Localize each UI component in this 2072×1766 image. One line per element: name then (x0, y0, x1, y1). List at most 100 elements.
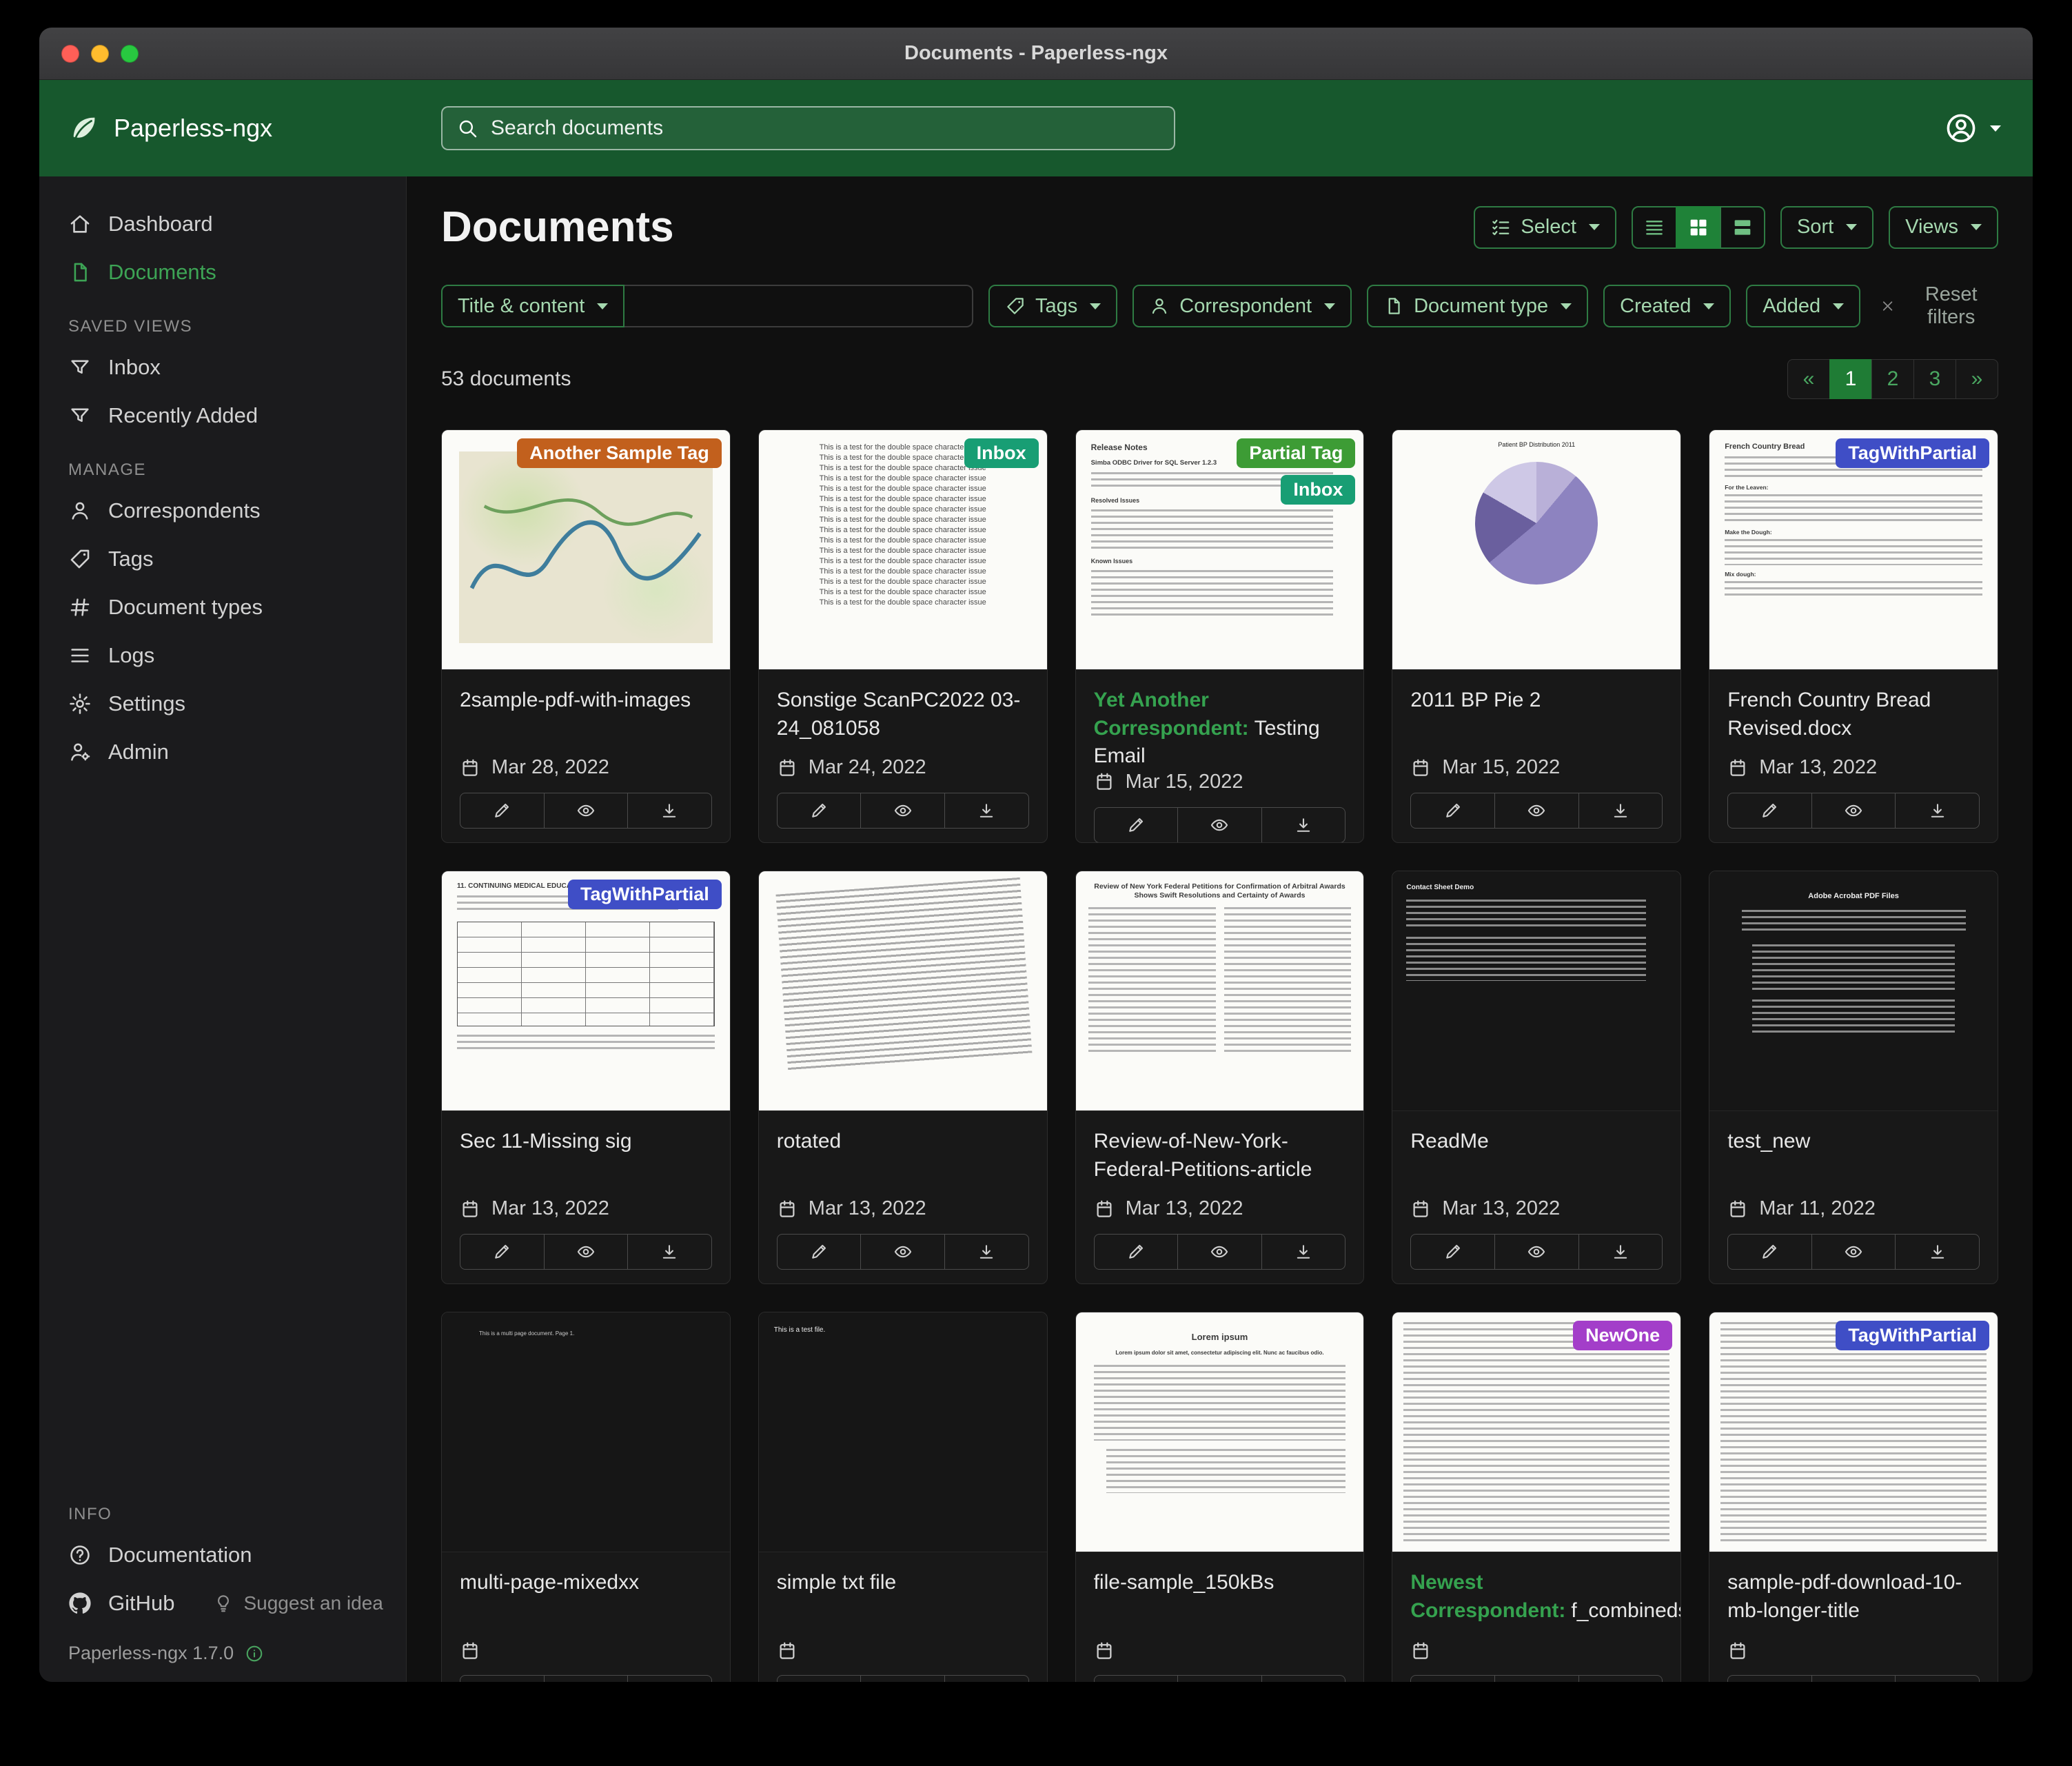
sidebar-item-documentation[interactable]: Documentation (39, 1531, 406, 1579)
sidebar-item-settings[interactable]: Settings (39, 680, 406, 728)
view-button[interactable] (860, 1234, 945, 1270)
tag-badge[interactable]: Another Sample Tag (517, 438, 722, 468)
sort-button[interactable]: Sort (1780, 206, 1873, 249)
view-button[interactable] (1494, 793, 1579, 829)
document-title[interactable]: file-sample_150kBs (1094, 1569, 1346, 1597)
document-title[interactable]: rotated (777, 1128, 1029, 1156)
document-thumbnail[interactable]: Patient BP Distribution 2011 (1392, 430, 1680, 670)
edit-button[interactable] (1410, 1234, 1495, 1270)
pagination-next[interactable]: » (1956, 359, 1998, 399)
sidebar-item-inbox[interactable]: Inbox (39, 343, 406, 392)
document-title[interactable]: multi-page-mixedxx (460, 1569, 712, 1597)
download-button[interactable] (1578, 1675, 1663, 1682)
view-details-button[interactable] (1720, 206, 1765, 249)
document-title[interactable]: Review-of-New-York-Federal-Petitions-art… (1094, 1128, 1346, 1184)
edit-button[interactable] (777, 1234, 862, 1270)
edit-button[interactable] (1410, 1675, 1495, 1682)
document-title[interactable]: 2011 BP Pie 2 (1410, 687, 1663, 715)
title-content-dropdown[interactable]: Title & content (441, 285, 624, 327)
document-thumbnail[interactable]: 11. CONTINUING MEDICAL EDUCA TagWithPart… (442, 871, 730, 1111)
sidebar-item-correspondents[interactable]: Correspondents (39, 487, 406, 535)
download-button[interactable] (627, 1675, 712, 1682)
pagination-prev[interactable]: « (1787, 359, 1830, 399)
edit-button[interactable] (1094, 1234, 1179, 1270)
edit-button[interactable] (777, 1675, 862, 1682)
edit-button[interactable] (460, 793, 545, 829)
edit-button[interactable] (1727, 1675, 1812, 1682)
document-title[interactable]: Yet Another Correspondent:Testing Email (1094, 687, 1346, 771)
minimize-button[interactable] (91, 45, 109, 63)
view-button[interactable] (1177, 1234, 1262, 1270)
download-button[interactable] (1895, 1675, 1980, 1682)
correspondent-link[interactable]: Yet Another Correspondent: (1094, 689, 1249, 740)
document-title[interactable]: Newest Correspondent:f_combineds (1410, 1569, 1663, 1625)
correspondent-link[interactable]: Newest Correspondent: (1410, 1571, 1565, 1622)
reset-filters-button[interactable]: Reset filters (1880, 283, 1998, 329)
sidebar-item-github[interactable]: GitHub (39, 1579, 174, 1627)
download-button[interactable] (944, 1234, 1029, 1270)
download-button[interactable] (1895, 1234, 1980, 1270)
document-thumbnail[interactable]: TagWithPartial (1709, 1312, 1998, 1552)
download-button[interactable] (1261, 807, 1346, 843)
download-button[interactable] (1895, 793, 1980, 829)
sidebar-item-logs[interactable]: Logs (39, 631, 406, 680)
document-thumbnail[interactable] (759, 871, 1047, 1111)
document-title[interactable]: simple txt file (777, 1569, 1029, 1597)
document-title[interactable]: Sonstige ScanPC2022 03-24_081058 (777, 687, 1029, 742)
suggest-idea-link[interactable]: Suggest an idea (213, 1592, 383, 1614)
document-title[interactable]: 2sample-pdf-with-images (460, 687, 712, 715)
edit-button[interactable] (460, 1234, 545, 1270)
view-button[interactable] (544, 1234, 629, 1270)
view-grid-button[interactable] (1676, 206, 1721, 249)
view-list-button[interactable] (1632, 206, 1677, 249)
document-thumbnail[interactable]: Review of New York Federal Petitions for… (1076, 871, 1364, 1111)
added-filter-button[interactable]: Added (1746, 285, 1860, 327)
edit-button[interactable] (1094, 1675, 1179, 1682)
document-thumbnail[interactable]: Another Sample Tag (442, 430, 730, 670)
download-button[interactable] (944, 1675, 1029, 1682)
user-menu[interactable] (1944, 112, 2001, 145)
sidebar-item-admin[interactable]: Admin (39, 728, 406, 776)
view-button[interactable] (1177, 807, 1262, 843)
edit-button[interactable] (777, 793, 862, 829)
tag-badge[interactable]: NewOne (1573, 1321, 1672, 1350)
filter-text-input[interactable] (624, 285, 973, 327)
zoom-button[interactable] (121, 45, 139, 63)
view-button[interactable] (1811, 793, 1896, 829)
tag-badge[interactable]: TagWithPartial (568, 880, 722, 909)
download-button[interactable] (627, 793, 712, 829)
views-button[interactable]: Views (1889, 206, 1998, 249)
tag-badge[interactable]: Inbox (964, 438, 1039, 468)
document-title[interactable]: Sec 11-Missing sig (460, 1128, 712, 1156)
tag-badge[interactable]: TagWithPartial (1836, 1321, 1989, 1350)
view-button[interactable] (860, 793, 945, 829)
document-title[interactable]: ReadMe (1410, 1128, 1663, 1156)
view-button[interactable] (544, 793, 629, 829)
download-button[interactable] (1261, 1675, 1346, 1682)
pagination-page-1[interactable]: 1 (1829, 359, 1872, 399)
tag-badge[interactable]: Partial Tag (1237, 438, 1355, 468)
sidebar-item-tags[interactable]: Tags (39, 535, 406, 583)
document-thumbnail[interactable]: This is a test file. (759, 1312, 1047, 1552)
sidebar-item-documents[interactable]: Documents (39, 248, 406, 296)
document-thumbnail[interactable]: French Country Bread For the Leaven: Mak… (1709, 430, 1998, 670)
close-button[interactable] (61, 45, 79, 63)
document-thumbnail[interactable]: Contact Sheet Demo (1392, 871, 1680, 1111)
search-input[interactable] (491, 116, 1160, 140)
correspondent-filter-button[interactable]: Correspondent (1133, 285, 1352, 327)
info-icon[interactable] (245, 1644, 264, 1663)
sidebar-item-document-types[interactable]: Document types (39, 583, 406, 631)
download-button[interactable] (1261, 1234, 1346, 1270)
view-button[interactable] (1177, 1675, 1262, 1682)
edit-button[interactable] (1094, 807, 1179, 843)
tag-badge[interactable]: Inbox (1281, 475, 1355, 505)
view-button[interactable] (1811, 1675, 1896, 1682)
tags-filter-button[interactable]: Tags (988, 285, 1117, 327)
document-thumbnail[interactable]: Lorem ipsum Lorem ipsum dolor sit amet, … (1076, 1312, 1364, 1552)
select-button[interactable]: Select (1474, 206, 1616, 249)
download-button[interactable] (627, 1234, 712, 1270)
window-titlebar[interactable]: Documents - Paperless-ngx (39, 28, 2033, 80)
view-button[interactable] (544, 1675, 629, 1682)
created-filter-button[interactable]: Created (1603, 285, 1731, 327)
pagination-page-3[interactable]: 3 (1913, 359, 1956, 399)
